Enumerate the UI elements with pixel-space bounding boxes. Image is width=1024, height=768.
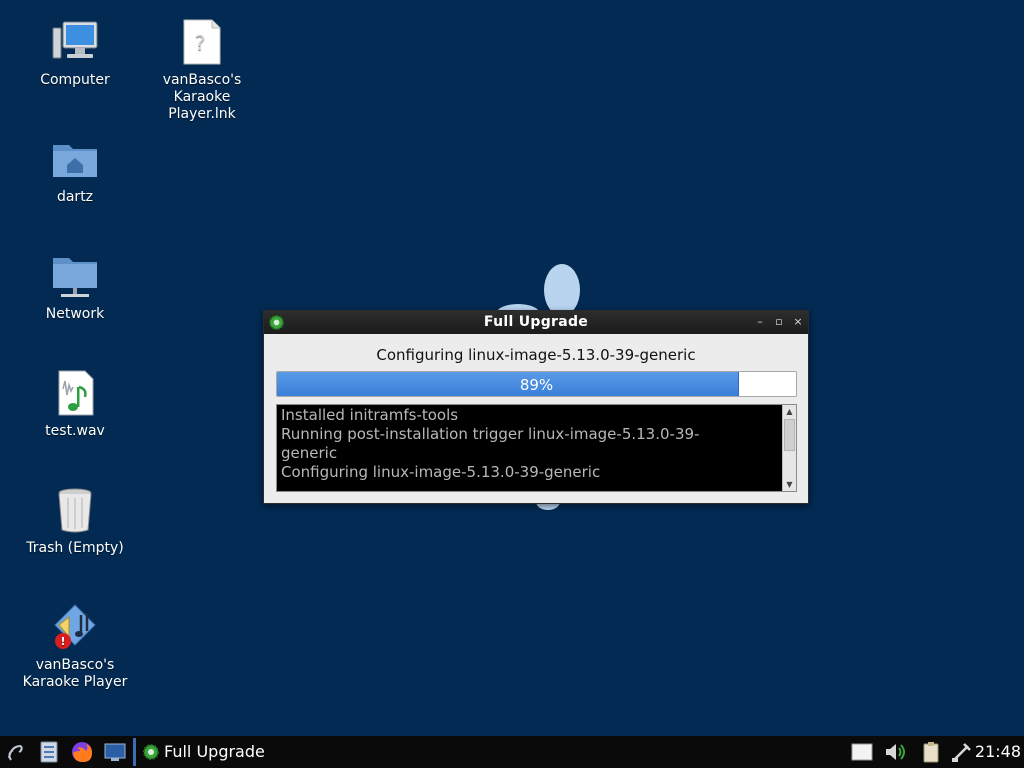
desktop-icon-vanbasco[interactable]: ! vanBasco's Karaoke Player: [15, 603, 135, 691]
computer-icon: [52, 21, 98, 59]
desktop-icon-label: test.wav: [45, 423, 105, 439]
trash-icon: [58, 488, 92, 533]
network-folder-icon: [53, 258, 97, 297]
volume-icon[interactable]: [883, 740, 907, 764]
full-upgrade-dialog: Full Upgrade – ▫ × Configuring linux-ima…: [263, 310, 809, 504]
desktop-icon-label: vanBasco's Karaoke Player: [22, 657, 128, 690]
minimize-button[interactable]: –: [752, 314, 768, 330]
scroll-down-icon[interactable]: ▼: [783, 478, 796, 491]
notes-icon[interactable]: [850, 740, 874, 764]
clock[interactable]: 21:48: [975, 736, 1021, 768]
desktop-icon-label: Trash (Empty): [26, 540, 124, 556]
svg-text:!: !: [60, 635, 65, 648]
home-folder-icon: [53, 145, 97, 177]
taskbar: Full Upgrade 21:48: [0, 736, 1024, 768]
task-full-upgrade[interactable]: Full Upgrade: [138, 738, 273, 766]
progress-label: 89%: [519, 376, 554, 394]
progress-bar: 89%: [276, 371, 797, 397]
desktop-icon[interactable]: [102, 740, 128, 764]
desktop-icon-vanbasco-lnk[interactable]: ? vanBasco's Karaoke Player.lnk: [142, 18, 262, 123]
firefox-icon[interactable]: [69, 740, 95, 764]
dialog-titlebar[interactable]: Full Upgrade – ▫ ×: [264, 311, 808, 334]
scroll-thumb[interactable]: [784, 419, 795, 451]
menu-icon[interactable]: [3, 740, 29, 764]
scroll-up-icon[interactable]: ▲: [783, 405, 796, 418]
desktop-icon-computer[interactable]: Computer: [15, 18, 135, 89]
unknown-file-icon: ?: [183, 19, 221, 65]
clipboard-icon[interactable]: [919, 740, 943, 764]
log-scrollbar[interactable]: ▲ ▼: [782, 405, 796, 491]
file-manager-icon[interactable]: [36, 740, 62, 764]
log-line: Installed initramfs-tools: [281, 406, 459, 424]
desktop-icon-label: Network: [45, 306, 105, 322]
desktop-icon-trash[interactable]: Trash (Empty): [15, 486, 135, 557]
audio-file-icon: [58, 370, 94, 416]
desktop-icon-network[interactable]: Network: [15, 252, 135, 323]
desktop-icon-label: dartz: [56, 189, 94, 205]
desktop-icon-label: Computer: [40, 72, 110, 88]
log-line: Running post-installation trigger linux-…: [281, 425, 700, 443]
status-text: Configuring linux-image-5.13.0-39-generi…: [376, 346, 696, 364]
log-line: generic: [281, 444, 338, 462]
maximize-button[interactable]: ▫: [771, 314, 787, 330]
svg-text:?: ?: [195, 31, 206, 55]
taskbar-separator: [133, 738, 136, 766]
desktop-icon-test-wav[interactable]: test.wav: [15, 369, 135, 440]
network-icon[interactable]: [950, 740, 974, 764]
desktop-icon-label: vanBasco's Karaoke Player.lnk: [162, 72, 242, 122]
desktop-icon-dartz[interactable]: dartz: [15, 135, 135, 206]
karaoke-player-icon: !: [54, 604, 96, 649]
dialog-title: Full Upgrade: [483, 314, 589, 330]
log-line: Configuring linux-image-5.13.0-39-generi…: [281, 463, 601, 481]
task-label: Full Upgrade: [164, 742, 265, 761]
log-output[interactable]: Installed initramfs-tools Running post-i…: [276, 404, 797, 492]
close-button[interactable]: ×: [790, 314, 806, 330]
gear-icon: [143, 744, 159, 760]
